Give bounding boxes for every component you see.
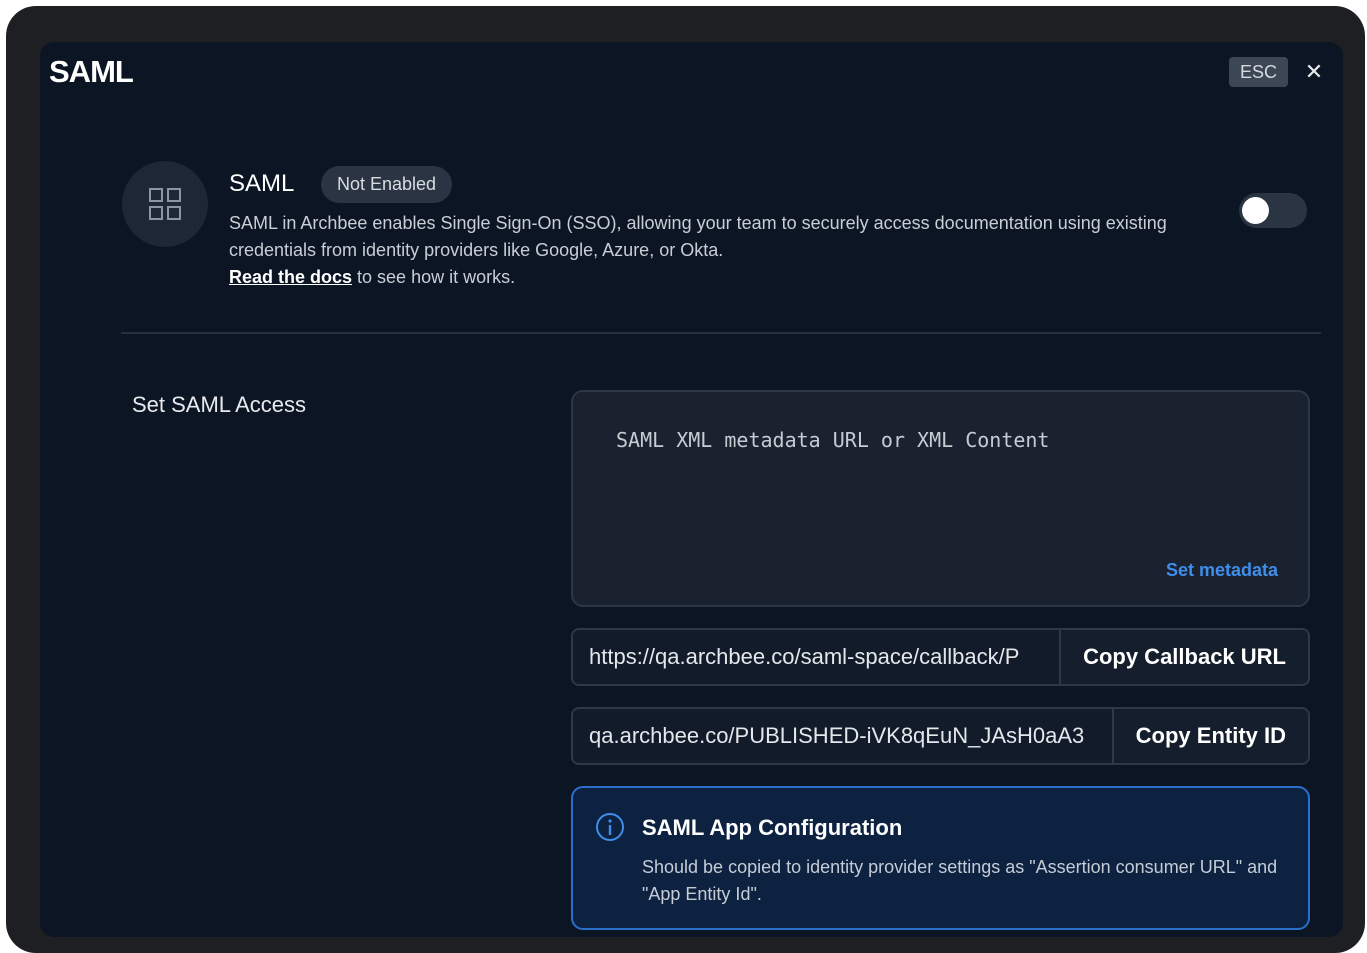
- esc-key-badge: ESC: [1229, 57, 1288, 87]
- section-label: Set SAML Access: [132, 392, 307, 417]
- callback-url-field[interactable]: [573, 630, 1060, 684]
- feature-name: SAML: [229, 170, 295, 197]
- info-text: Should be copied to identity provider se…: [642, 857, 1278, 904]
- status-badge: Not Enabled: [321, 166, 453, 203]
- entity-id-field[interactable]: [573, 709, 1112, 763]
- saml-enable-toggle[interactable]: [1239, 193, 1307, 228]
- metadata-input[interactable]: [616, 428, 1266, 548]
- section-divider: [121, 332, 1321, 334]
- copy-callback-url-button[interactable]: Copy Callback URL: [1059, 630, 1308, 684]
- saml-modal: SAML ESC ✕ SAML Not Enabled SAML in Arch…: [40, 42, 1343, 937]
- read-docs-link[interactable]: Read the docs: [229, 267, 352, 287]
- docs-suffix-text: to see how it works.: [352, 267, 516, 287]
- toggle-knob: [1242, 197, 1269, 224]
- window-frame: SAML ESC ✕ SAML Not Enabled SAML in Arch…: [6, 6, 1365, 953]
- info-callout: SAML App Configuration Should be copied …: [571, 786, 1310, 930]
- copy-entity-id-button[interactable]: Copy Entity ID: [1111, 709, 1308, 763]
- callback-url-row: Copy Callback URL: [571, 628, 1310, 686]
- info-title: SAML App Configuration: [642, 815, 903, 840]
- set-metadata-button[interactable]: Set metadata: [1166, 560, 1278, 581]
- metadata-box: Set metadata: [571, 390, 1310, 607]
- close-icon[interactable]: ✕: [1302, 59, 1326, 85]
- modal-title: SAML: [49, 54, 134, 89]
- feature-description: SAML in Archbee enables Single Sign-On (…: [229, 210, 1179, 291]
- entity-id-row: Copy Entity ID: [571, 707, 1310, 765]
- grid-icon: [122, 161, 208, 247]
- description-text: SAML in Archbee enables Single Sign-On (…: [229, 213, 1167, 260]
- info-icon: [596, 813, 624, 841]
